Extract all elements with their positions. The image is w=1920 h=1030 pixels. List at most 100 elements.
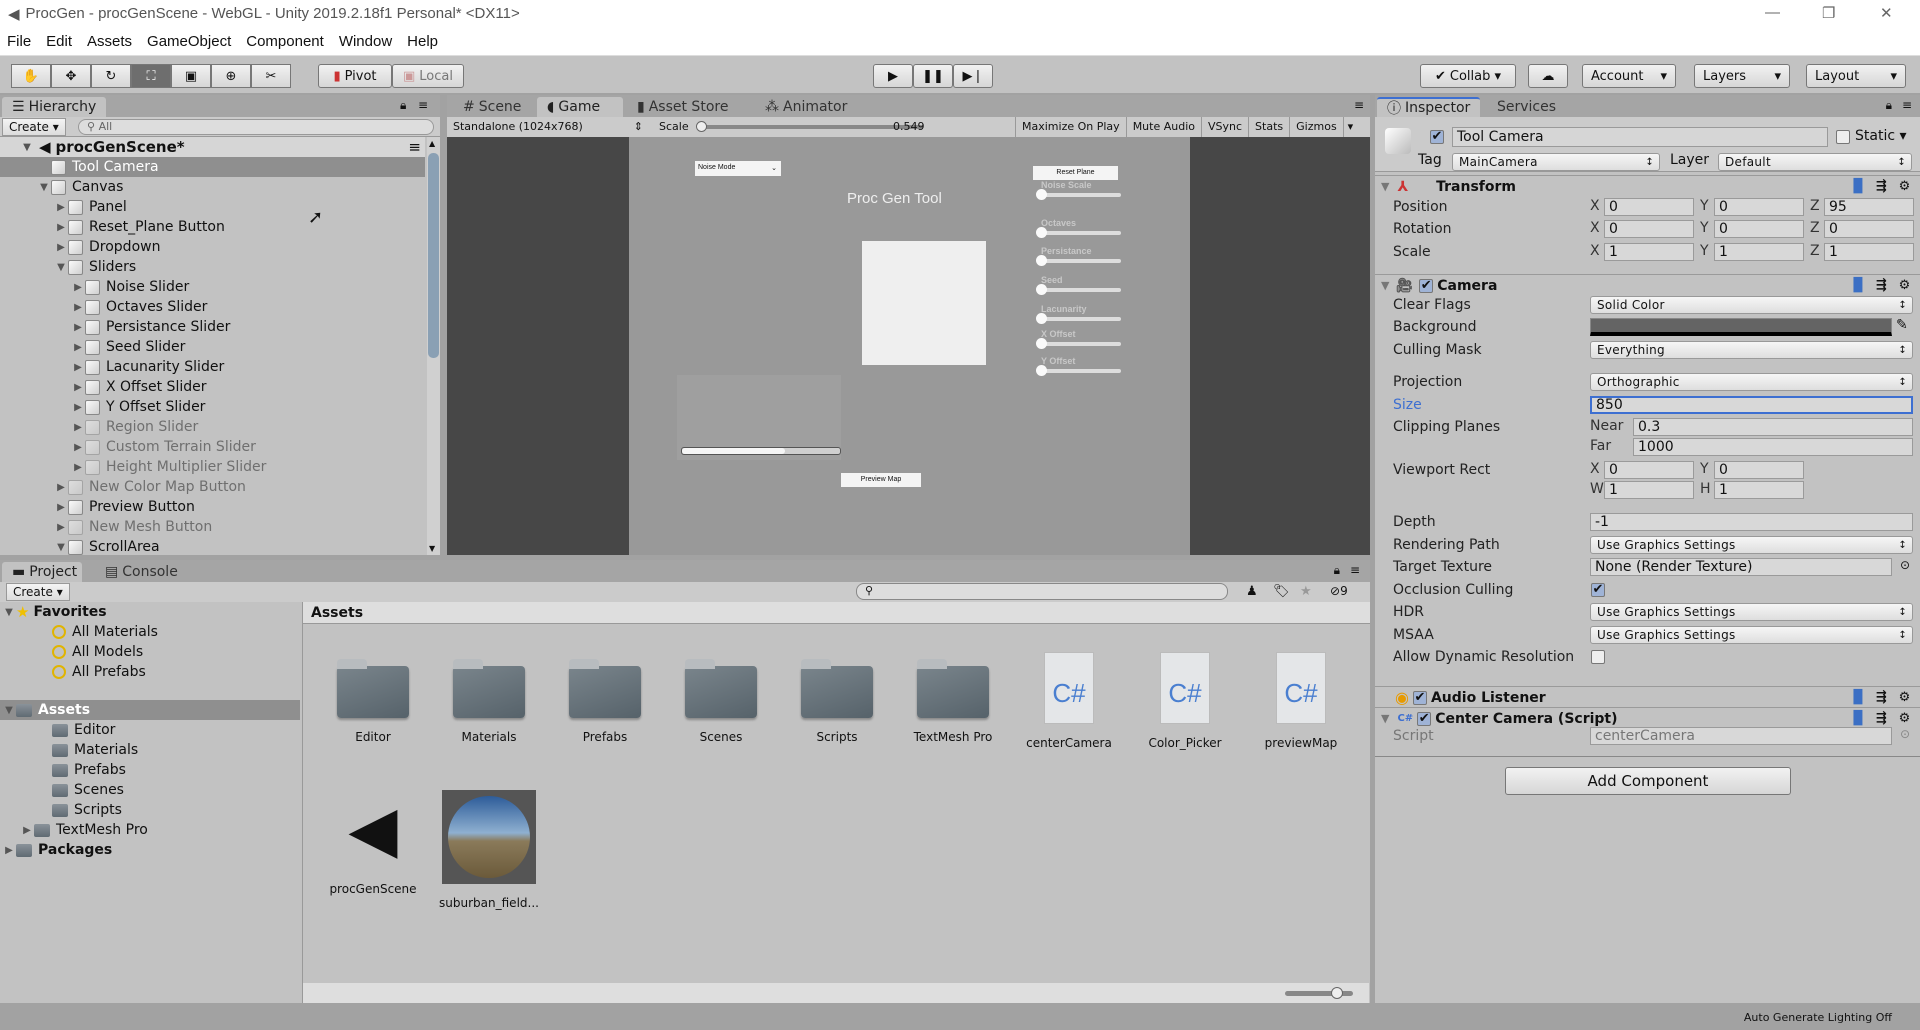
panel-menu-icon[interactable]: ≡ [418,98,428,112]
asset-item[interactable]: C# centerCamera [1011,652,1127,750]
asset-item[interactable]: suburban_field... [431,790,547,910]
hdr-dropdown[interactable]: Use Graphics Settings [1590,603,1913,621]
favorite-star-icon[interactable]: ★ [1300,584,1312,599]
transform-header[interactable]: ▼ ⅄ Transform ▉ ⇶ ⚙ [1375,175,1920,197]
favorite-item[interactable]: All Models [0,642,300,662]
restore-icon[interactable]: ❐ [1822,4,1835,22]
position-y-input[interactable]: 0 [1714,198,1804,216]
lock-icon[interactable]: 🔒︎ [1886,98,1892,113]
tab-services[interactable]: Services [1487,97,1566,117]
assets-folder[interactable]: ▼ Assets [0,700,300,720]
gear-icon[interactable]: ⚙ [1897,179,1912,194]
preview-map-button[interactable]: Preview Map [841,473,921,487]
expand-arrow-icon[interactable]: ▶ [71,382,85,393]
expand-arrow-icon[interactable]: ▶ [54,502,68,513]
expand-arrow-icon[interactable]: ▶ [71,402,85,413]
icon-size-slider[interactable] [1285,987,1353,999]
expand-arrow-icon[interactable]: ▶ [71,422,85,433]
filter-by-label-icon[interactable]: 🏷︎ [1273,584,1290,599]
tab-console[interactable]: ▤ Console [95,562,188,582]
asset-item[interactable]: Prefabs [547,652,663,744]
hierarchy-item[interactable]: ▶ Panel [0,197,425,217]
menu-gameobject[interactable]: GameObject [147,33,231,50]
layers-dropdown[interactable]: Layers ▾ [1694,64,1790,88]
tab-asset-store[interactable]: ▮ Asset Store [627,97,738,117]
game-slider[interactable] [1036,227,1121,238]
tab-inspector[interactable]: ⓘ Inspector [1377,97,1481,117]
lock-icon[interactable]: 🔒︎ [1334,563,1340,578]
hierarchy-item[interactable]: ▶ Height Multiplier Slider [0,457,425,477]
position-x-input[interactable]: 0 [1604,198,1694,216]
expand-arrow-icon[interactable]: ▶ [71,302,85,313]
expand-arrow-icon[interactable]: ▶ [71,362,85,373]
layout-dropdown[interactable]: Layout ▾ [1806,64,1906,88]
audio-enabled-checkbox[interactable]: ✔ [1412,690,1427,705]
horizontal-scrollbar[interactable] [681,447,841,455]
project-search-input[interactable]: ⚲ [856,583,1228,600]
filter-by-type-icon[interactable]: ♟ [1246,584,1258,599]
game-slider[interactable] [1036,189,1121,200]
asset-item[interactable]: Editor [315,652,431,744]
game-slider[interactable] [1036,284,1121,295]
preset-icon[interactable]: ⇶ [1874,711,1889,726]
game-slider[interactable] [1036,313,1121,324]
panel-menu-icon[interactable]: ≡ [1350,563,1360,577]
menu-help[interactable]: Help [407,33,438,50]
expand-arrow-icon[interactable]: ▼ [20,142,34,153]
rotation-x-input[interactable]: 0 [1604,220,1694,238]
hierarchy-item[interactable]: ▼ Sliders [0,257,425,277]
hierarchy-item[interactable]: ▶ Octaves Slider [0,297,425,317]
hidden-packages-toggle[interactable]: ⊘9 [1330,584,1348,598]
viewport-y-input[interactable]: 0 [1714,461,1804,479]
collapse-arrow-icon[interactable]: ▼ [1381,279,1389,292]
tab-animator[interactable]: ⁂ Animator [755,97,857,117]
gear-icon[interactable]: ⚙ [1897,711,1912,726]
scale-slider-thumb[interactable] [696,121,707,132]
hierarchy-item[interactable]: ▶ Dropdown [0,237,425,257]
hierarchy-item[interactable]: ▶ Noise Slider [0,277,425,297]
stats-toggle[interactable]: Stats [1249,117,1291,137]
folder-item[interactable]: Scenes [0,780,300,800]
tab-hierarchy[interactable]: ☰ Hierarchy [2,97,107,117]
panel-menu-icon[interactable]: ≡ [1902,98,1912,112]
rotation-y-input[interactable]: 0 [1714,220,1804,238]
cloud-button[interactable]: ☁ [1528,64,1568,88]
gameobject-name-input[interactable]: Tool Camera [1452,127,1828,147]
viewport-w-input[interactable]: 1 [1604,481,1694,499]
scale-y-input[interactable]: 1 [1714,243,1804,261]
tag-dropdown[interactable]: MainCamera [1452,153,1660,171]
hierarchy-create-button[interactable]: Create ▾ [2,118,66,136]
scroll-up-icon[interactable]: ▲ [429,139,435,148]
size-input[interactable]: 850 [1590,396,1913,414]
layer-dropdown[interactable]: Default [1718,153,1912,171]
scale-x-input[interactable]: 1 [1604,243,1694,261]
close-icon[interactable]: ✕ [1880,4,1893,22]
expand-arrow-icon[interactable]: ▶ [54,202,68,213]
expand-arrow-icon[interactable]: ▶ [71,462,85,473]
far-input[interactable]: 1000 [1633,438,1913,456]
depth-input[interactable]: -1 [1590,513,1913,531]
packages-folder[interactable]: ▶ Packages [0,840,300,860]
gizmos-toggle[interactable]: Gizmos [1290,117,1344,137]
scale-tool-button[interactable]: ⛶ [131,64,171,88]
scene-header[interactable]: ▼ ◀ procGenScene* ≡ [0,137,425,157]
rect-tool-button[interactable]: ▣ [171,64,211,88]
hierarchy-item[interactable]: ▶ Lacunarity Slider [0,357,425,377]
pause-button[interactable]: ❚❚ [913,64,953,88]
rotation-z-input[interactable]: 0 [1824,220,1914,238]
mute-audio-toggle[interactable]: Mute Audio [1127,117,1202,137]
rotate-tool-button[interactable]: ↻ [91,64,131,88]
target-texture-field[interactable]: None (Render Texture) [1590,558,1892,576]
hierarchy-item[interactable]: ▶ Seed Slider [0,337,425,357]
folder-item[interactable]: ▶ TextMesh Pro [0,820,300,840]
minimize-icon[interactable]: — [1765,4,1780,21]
clear-flags-dropdown[interactable]: Solid Color [1590,296,1913,314]
eyedropper-icon[interactable]: ✎ [1896,317,1908,333]
culling-mask-dropdown[interactable]: Everything [1590,341,1913,359]
scale-slider[interactable] [696,121,923,132]
expand-arrow-icon[interactable]: ▶ [71,442,85,453]
asset-item[interactable]: C# previewMap [1243,652,1359,750]
expand-arrow-icon[interactable]: ▶ [20,825,34,836]
hierarchy-item[interactable]: ▶ Preview Button [0,497,425,517]
collab-button[interactable]: ✔ Collab ▾ [1420,64,1516,88]
